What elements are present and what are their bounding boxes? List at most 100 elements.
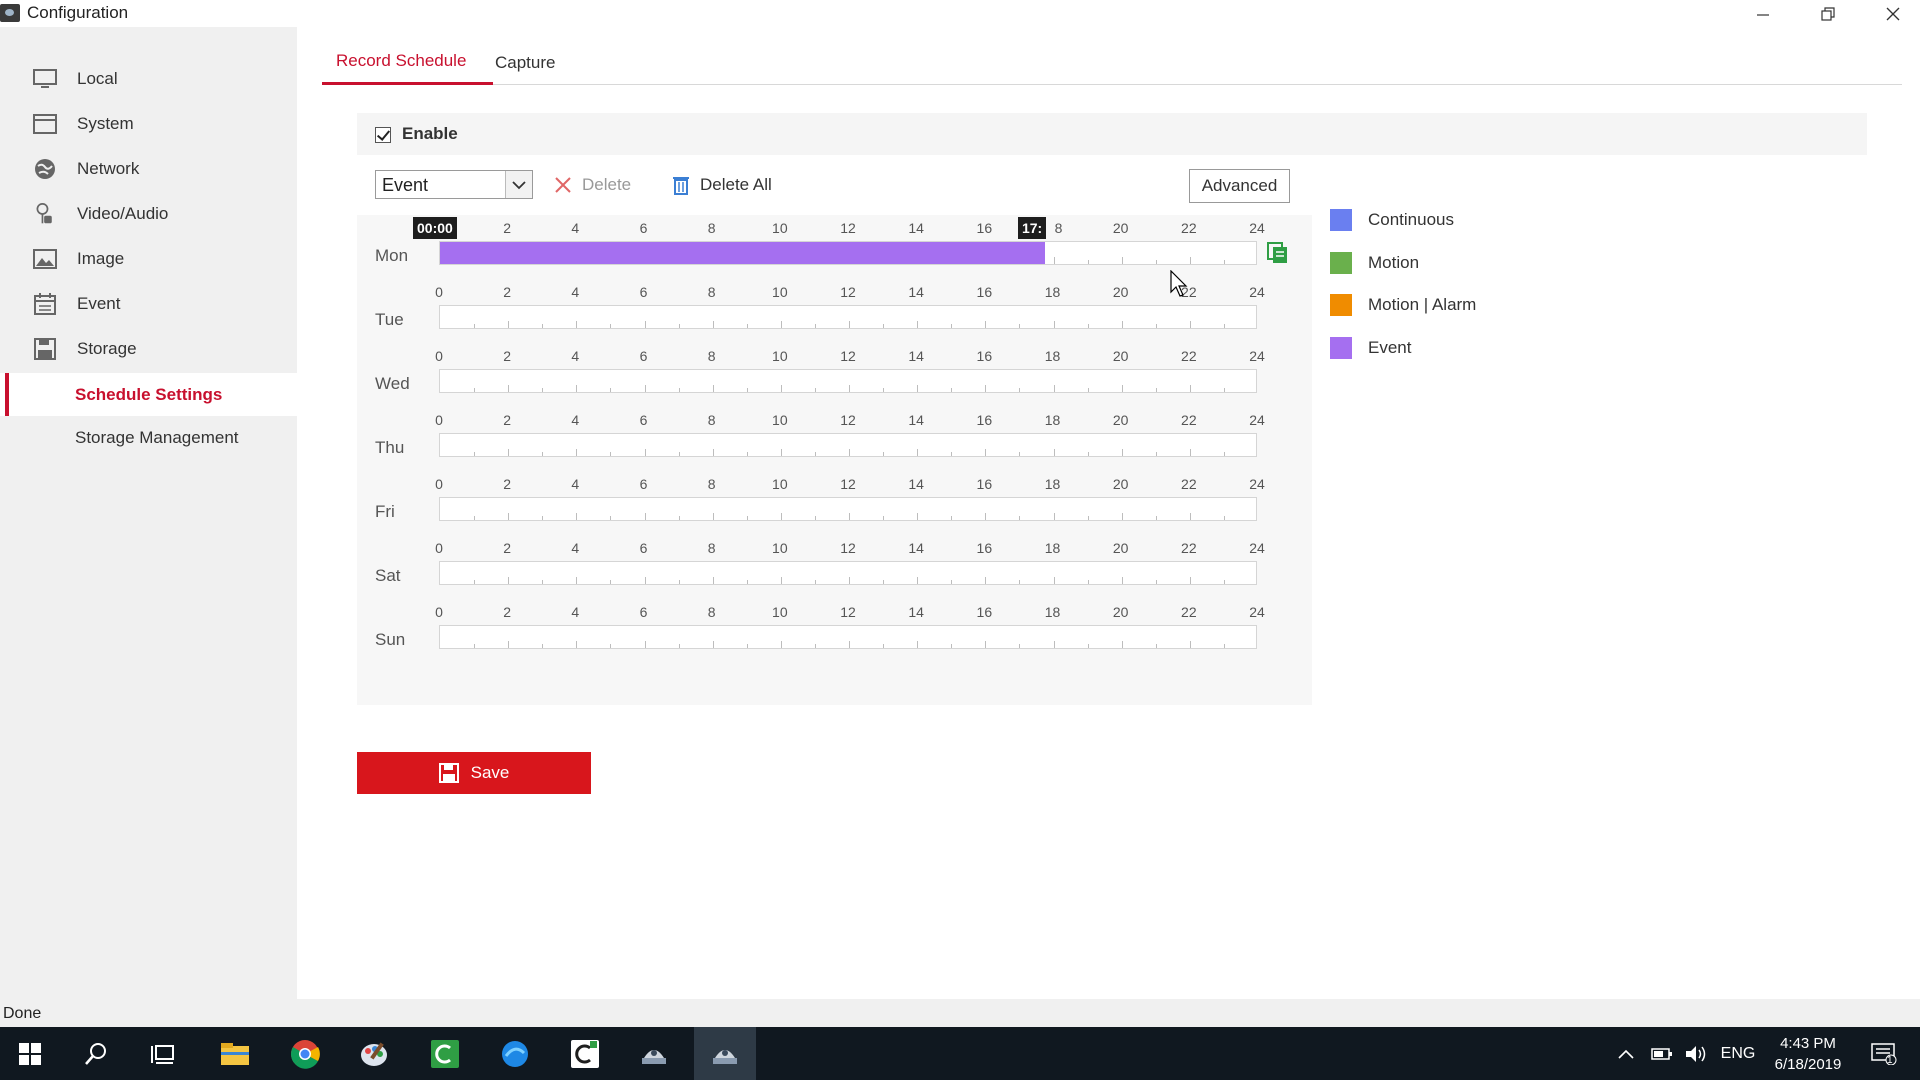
title-bar: Configuration [0, 0, 1920, 27]
day-label: Mon [375, 246, 409, 265]
schedule-track[interactable] [439, 369, 1257, 393]
sidebar-item-label: Video/Audio [77, 203, 169, 223]
sidebar-item-network[interactable]: Network [0, 146, 297, 191]
tab-capture[interactable]: Capture [495, 53, 555, 73]
browser-button[interactable] [485, 1027, 545, 1080]
volume-icon[interactable] [1682, 1027, 1712, 1080]
hour-tick-label: 8 [707, 412, 716, 428]
hour-tick-label: 6 [639, 476, 648, 492]
hour-tick-label: 16 [976, 220, 993, 236]
clock-time: 4:43 PM [1780, 1035, 1836, 1052]
delete-button[interactable]: Delete [553, 175, 631, 195]
schedule-track[interactable] [439, 625, 1257, 649]
status-bar: Done [0, 999, 1920, 1027]
hour-tick-label: 22 [1181, 412, 1197, 428]
trash-icon [673, 177, 689, 195]
delete-all-button[interactable]: Delete All [671, 175, 772, 195]
sidebar-item-video-audio[interactable]: Video/Audio [0, 191, 297, 236]
restore-button[interactable] [1805, 0, 1851, 27]
sidebar-subitem-label: Storage Management [75, 428, 239, 447]
schedule-row-thu: 0 2 4 6 8 10 12 14 16 18 20 22 24 Thu [297, 412, 1337, 476]
tab-bar: Record Schedule Capture [322, 47, 1902, 85]
language-indicator[interactable]: ENG [1718, 1027, 1758, 1080]
advanced-button[interactable]: Advanced [1189, 169, 1290, 203]
hour-tick-label: 22 [1181, 348, 1197, 364]
delete-label: Delete [582, 175, 632, 194]
hour-tick-label: 0 [435, 412, 443, 428]
notification-center-icon[interactable]: 1 [1868, 1027, 1900, 1080]
system-icon [33, 113, 57, 134]
hour-tick-label: 10 [772, 348, 788, 364]
globe-icon [35, 158, 55, 179]
hour-tick-label: 4 [571, 348, 580, 364]
sidebar-item-image[interactable]: Image [0, 236, 297, 281]
sidebar-item-storage[interactable]: Storage [0, 326, 297, 371]
hour-tick-label: 8 [707, 476, 716, 492]
browser-icon [502, 1040, 528, 1067]
hour-tick-label: 4 [571, 604, 580, 620]
search-button[interactable] [66, 1027, 126, 1080]
copy-schedule-icon[interactable] [1267, 242, 1289, 264]
ivms-active-icon [713, 1049, 737, 1064]
legend-label: Motion | Alarm [1368, 295, 1477, 314]
hour-tick-label: 14 [908, 540, 924, 556]
paint-button[interactable] [344, 1027, 404, 1080]
save-button[interactable]: Save [357, 752, 591, 794]
schedule-track[interactable] [439, 305, 1257, 329]
schedule-track[interactable] [439, 497, 1257, 521]
sidebar-item-local[interactable]: Local [0, 56, 297, 101]
restore-icon [1821, 6, 1835, 21]
day-label: Tue [375, 310, 404, 329]
sidebar-item-system[interactable]: System [0, 101, 297, 146]
close-button[interactable] [1870, 0, 1916, 27]
chevron-down-icon[interactable] [505, 171, 532, 198]
hour-tick-label: 24 [1249, 284, 1265, 300]
task-view-button[interactable] [133, 1027, 193, 1080]
camtasia-recorder-button[interactable] [555, 1027, 615, 1080]
hour-tick-label: 0 [435, 540, 443, 556]
hour-tick-label: 14 [908, 284, 924, 300]
schedule-segment-event[interactable] [440, 242, 1045, 264]
taskbar-clock[interactable]: 4:43 PM 6/18/2019 [1768, 1033, 1848, 1075]
battery-icon[interactable] [1648, 1027, 1676, 1080]
legend-motion: Motion [1330, 252, 1419, 274]
camtasia-button[interactable] [415, 1027, 475, 1080]
hour-tick-label: 20 [1112, 284, 1129, 300]
hour-tick-label: 16 [976, 284, 993, 300]
hour-tick-label: 12 [840, 284, 856, 300]
schedule-row-sat: 0 2 4 6 8 10 12 14 16 18 20 22 24 Sat [297, 540, 1337, 604]
record-type-select[interactable]: Event [375, 170, 533, 199]
tray-chevron-up-icon[interactable] [1612, 1027, 1640, 1080]
task-view-icon [151, 1044, 174, 1064]
ivms-icon [642, 1049, 666, 1064]
ivms-active-button[interactable] [694, 1027, 756, 1080]
chrome-button[interactable] [275, 1027, 335, 1080]
hour-tick-label: 6 [639, 284, 648, 300]
file-explorer-button[interactable] [205, 1027, 265, 1080]
sidebar-item-event[interactable]: Event [0, 281, 297, 326]
hour-tick-label: 16 [976, 604, 993, 620]
camtasia-recorder-icon [571, 1039, 599, 1068]
hour-tick-label: 2 [503, 284, 512, 300]
schedule-track[interactable] [439, 241, 1257, 265]
sidebar-item-label: Network [77, 158, 140, 178]
hour-tick-label: 8 [1054, 220, 1063, 236]
tab-record-schedule[interactable]: Record Schedule [336, 51, 466, 71]
minimize-button[interactable] [1740, 0, 1786, 27]
hour-tick-label: 4 [571, 540, 580, 556]
hour-tick-label: 10 [772, 220, 788, 236]
hour-tick-label: 20 [1112, 540, 1129, 556]
hour-tick-label: 4 [571, 284, 580, 300]
sidebar-subitem-storage-management[interactable]: Storage Management [0, 416, 297, 459]
clock-date: 6/18/2019 [1774, 1056, 1842, 1073]
ivms-button[interactable] [624, 1027, 684, 1080]
schedule-track[interactable] [439, 433, 1257, 457]
schedule-track[interactable] [439, 561, 1257, 585]
enable-checkbox[interactable] [375, 127, 391, 143]
hour-tick-label: 24 [1249, 348, 1265, 364]
hour-tick-label: 6 [639, 348, 648, 364]
sidebar-subitem-schedule-settings[interactable]: Schedule Settings [0, 373, 297, 416]
start-button[interactable] [0, 1027, 60, 1080]
schedule-row-fri: 0 2 4 6 8 10 12 14 16 18 20 22 24 Fri [297, 476, 1337, 540]
legend-label: Motion [1368, 253, 1420, 272]
